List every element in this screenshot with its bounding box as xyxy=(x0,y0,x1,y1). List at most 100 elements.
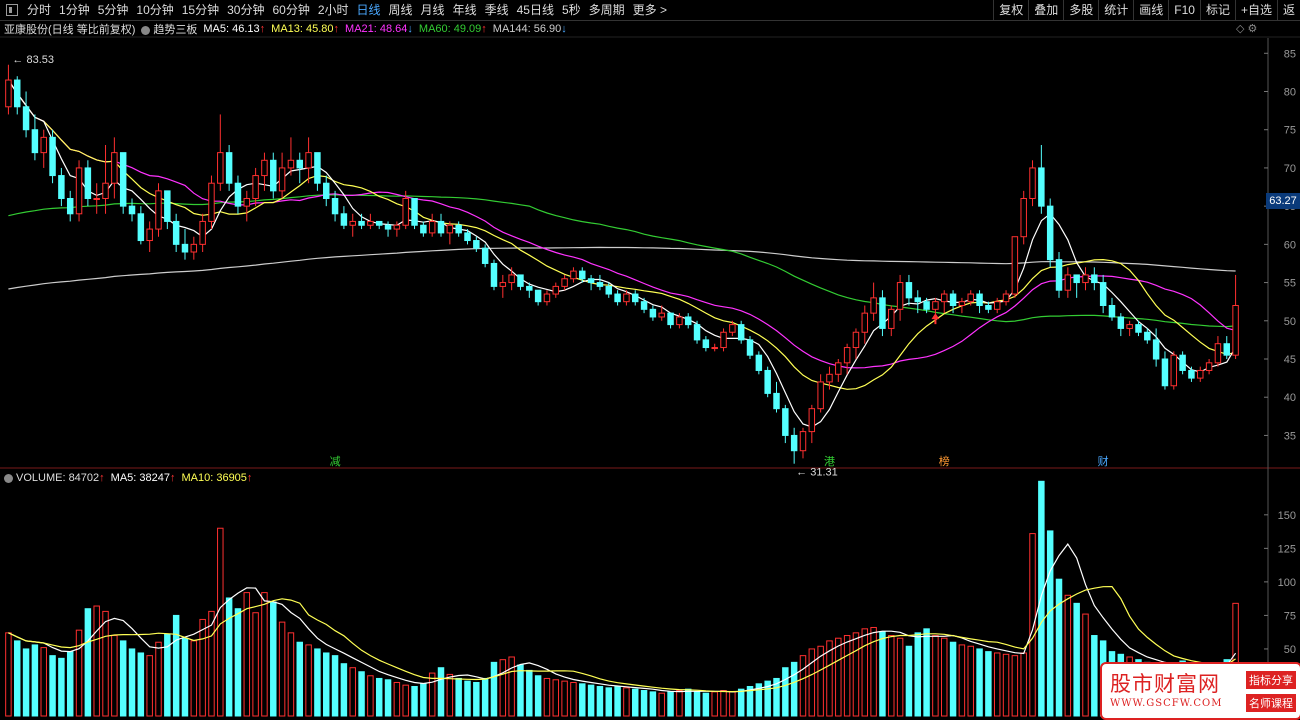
volume-bar xyxy=(658,692,665,717)
candle-body xyxy=(552,285,560,295)
volume-bar xyxy=(296,641,303,717)
volume-bar xyxy=(711,691,718,717)
candle-body xyxy=(835,362,842,375)
v-tick-label-0: 50 xyxy=(1284,644,1296,656)
candle-body xyxy=(22,106,30,131)
candle-body xyxy=(1152,339,1160,360)
candle-body xyxy=(808,408,816,433)
volume-bar xyxy=(190,640,198,717)
volume-bar xyxy=(349,667,356,717)
y-tick-label-9: 80 xyxy=(1284,87,1296,99)
candle-body xyxy=(1038,167,1045,207)
volume-bar xyxy=(684,688,692,717)
volume-bar xyxy=(526,669,533,717)
candle-body xyxy=(543,293,551,303)
volume-bar xyxy=(1038,480,1045,717)
candle-body xyxy=(879,297,886,329)
candle-body xyxy=(172,220,180,245)
y-tick-label-10: 85 xyxy=(1284,48,1296,60)
candle-body xyxy=(1108,305,1116,318)
volume-bar xyxy=(720,690,727,717)
volume-bar xyxy=(534,675,542,717)
candle-body xyxy=(437,220,445,234)
volume-bar xyxy=(967,645,974,717)
candle-body xyxy=(111,152,118,184)
volume-bar xyxy=(384,679,392,717)
low-price-label: ← 31.31 xyxy=(796,467,838,479)
candle-body xyxy=(1188,369,1195,379)
candle-body xyxy=(305,152,312,169)
candle-body xyxy=(402,198,409,226)
volume-bar xyxy=(552,679,560,717)
candle-body xyxy=(323,182,330,199)
candle-body xyxy=(270,159,277,192)
volume-bar xyxy=(605,687,612,717)
candle-body xyxy=(1205,362,1213,371)
candle-body xyxy=(1064,274,1072,291)
volume-bar xyxy=(102,610,109,717)
candle-body xyxy=(790,434,798,452)
candle-body xyxy=(66,198,74,215)
volume-bar xyxy=(861,628,869,717)
candle-body xyxy=(729,324,736,333)
watermark-logo: 股市财富网 WWW.GSCFW.COM 指标分享 名师课程 xyxy=(1100,662,1300,720)
kline-chart[interactable]: 35404550556065707580855075100125150← 83.… xyxy=(0,0,1300,718)
candle-body xyxy=(1214,343,1222,364)
volume-bar xyxy=(146,655,153,717)
candle-body xyxy=(1002,293,1010,303)
volume-bar xyxy=(5,632,12,717)
candle-body xyxy=(1126,324,1133,329)
volume-bar xyxy=(1091,635,1098,717)
y-tick-label-5: 60 xyxy=(1284,239,1296,251)
volume-bar xyxy=(243,592,251,717)
candle-body xyxy=(428,220,436,234)
candle-body xyxy=(508,274,515,284)
current-price-tag: 63.27 xyxy=(1266,193,1300,209)
candle-body xyxy=(737,324,745,341)
watermark-title: 股市财富网 xyxy=(1110,672,1220,696)
candle-body xyxy=(852,331,860,349)
candle-body xyxy=(1020,198,1027,238)
volume-bar xyxy=(464,680,471,717)
volume-bar xyxy=(137,652,145,717)
volume-bar xyxy=(958,644,966,717)
candle-body xyxy=(102,182,109,199)
volume-bar xyxy=(729,691,736,717)
volume-bar xyxy=(208,610,215,717)
candle-body xyxy=(949,293,957,306)
candle-body xyxy=(1223,343,1230,356)
candle-body xyxy=(667,312,674,326)
candle-body xyxy=(234,182,242,207)
volume-bar xyxy=(949,641,957,717)
candle-body xyxy=(14,79,21,108)
candle-body xyxy=(252,175,259,199)
volume-bar xyxy=(1011,655,1019,717)
volume-bar xyxy=(367,675,374,717)
candle-body xyxy=(199,220,206,245)
candle-body xyxy=(225,152,233,184)
volume-bar xyxy=(843,635,851,717)
volume-bar xyxy=(896,637,904,717)
candle-body xyxy=(296,159,303,169)
candle-body xyxy=(976,293,983,306)
volume-bar xyxy=(1073,602,1080,717)
candle-body xyxy=(490,262,498,287)
candle-body xyxy=(764,369,771,394)
event-marker-2: 榜 xyxy=(939,454,950,468)
candle-body xyxy=(861,312,869,333)
v-tick-label-1: 75 xyxy=(1284,610,1296,622)
candle-body xyxy=(693,324,701,341)
volume-bar xyxy=(667,691,674,717)
volume-bar xyxy=(393,681,401,717)
volume-bar xyxy=(181,637,189,717)
candle-body xyxy=(1135,324,1142,333)
volume-bar xyxy=(84,608,92,717)
volume-bar xyxy=(587,684,595,717)
candle-body xyxy=(782,408,789,436)
candle-body xyxy=(526,285,533,291)
candle-body xyxy=(632,293,639,303)
candle-body xyxy=(570,270,577,280)
volume-bar xyxy=(490,661,498,717)
candle-body xyxy=(773,392,780,410)
volume-bar xyxy=(835,637,842,717)
